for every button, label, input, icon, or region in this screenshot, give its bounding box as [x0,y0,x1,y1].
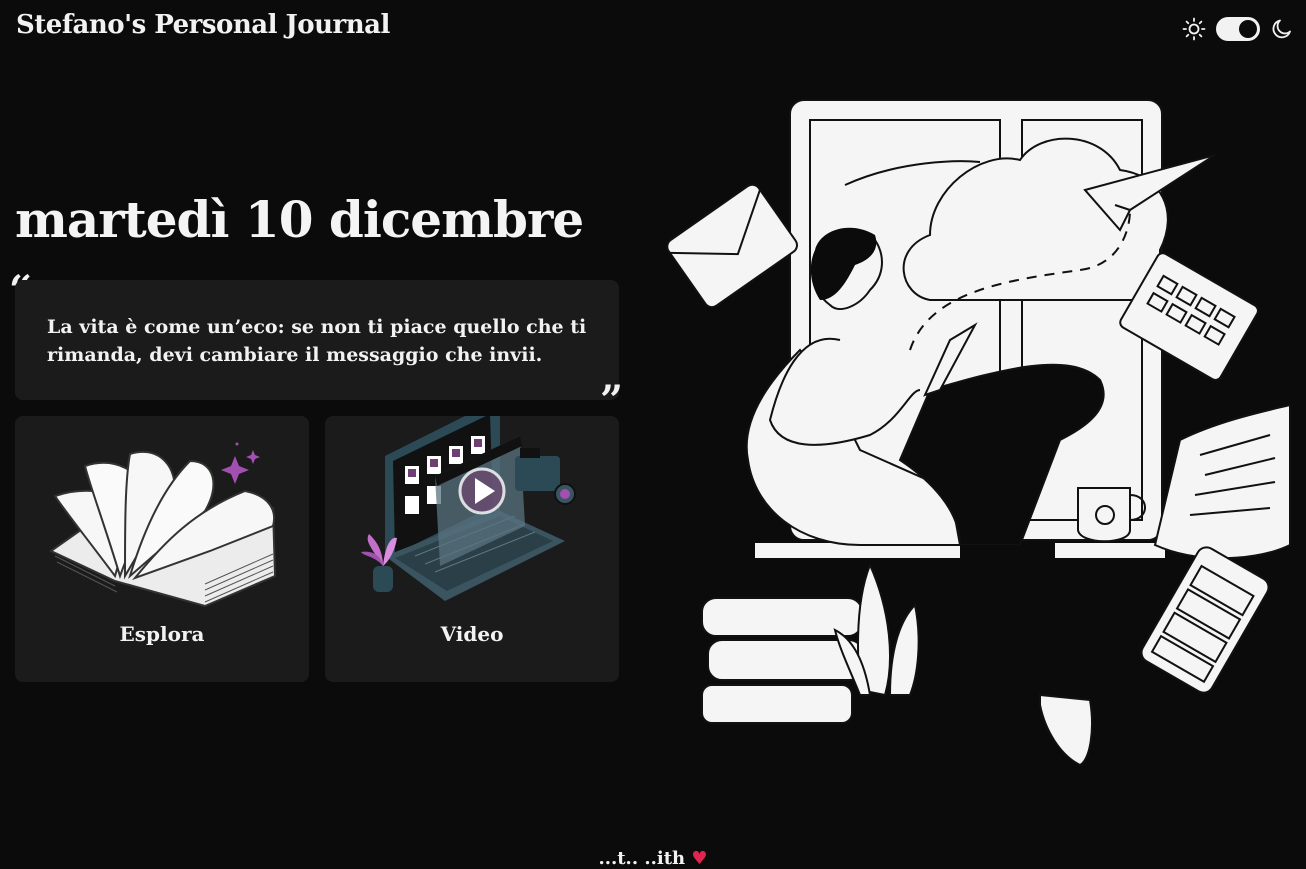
switch-knob [1239,20,1257,38]
video-label: Video [440,622,504,646]
theme-switch[interactable] [1216,17,1260,41]
footer-text: ...t.. ..ith [598,848,686,869]
quote-box: La vita è come un’eco: se non ti piace q… [15,280,619,400]
esplora-card[interactable]: Esplora [15,416,309,682]
moon-icon[interactable] [1270,17,1294,41]
quote-text: La vita è come un’eco: se non ti piace q… [47,316,587,366]
esplora-label: Esplora [119,622,205,646]
heart-icon: ♥ [691,848,708,869]
quote-close-mark: ” [600,377,624,424]
laptop-video-illustration [361,416,576,601]
person-reading-window-illustration [666,99,1291,767]
header: Stefano's Personal Journal [0,0,1306,60]
open-book-illustration [49,442,277,608]
footer: ...t.. ..ith ♥ [0,848,1306,869]
theme-toggle[interactable] [1182,17,1294,41]
video-card[interactable]: Video [325,416,619,682]
sparkle-icon [221,456,249,484]
sun-icon[interactable] [1182,17,1206,41]
site-title[interactable]: Stefano's Personal Journal [16,10,390,40]
date-heading: martedì 10 dicembre [15,190,584,249]
